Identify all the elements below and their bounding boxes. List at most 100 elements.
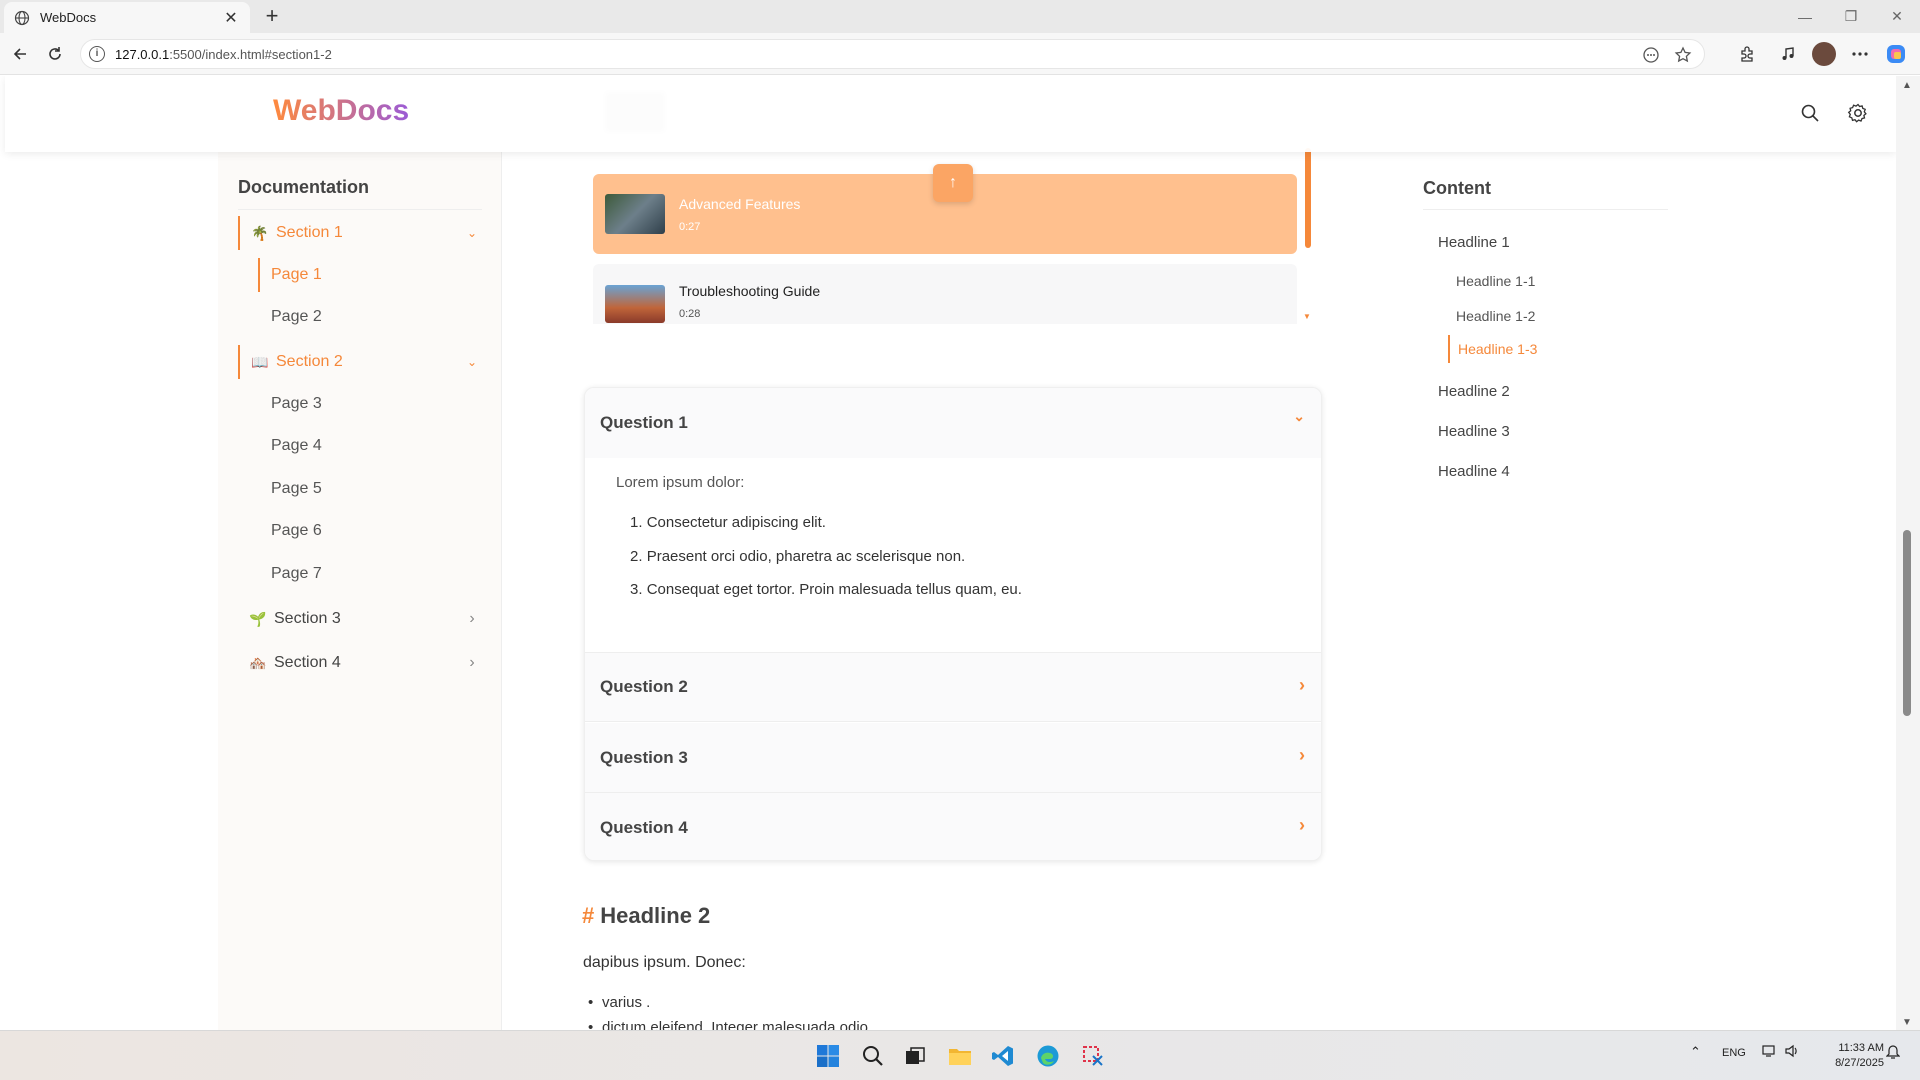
list-number: 1.	[630, 514, 643, 531]
sidebar-item-page-2[interactable]: Page 2	[253, 300, 322, 334]
site-info-icon[interactable]: i	[89, 46, 105, 62]
faq-question-label: Question 3	[600, 747, 688, 767]
sidebar-item-page-1[interactable]: Page 1	[258, 258, 322, 292]
tray-overflow-icon[interactable]: ⌃	[1690, 1044, 1701, 1060]
input-language[interactable]: ENG	[1722, 1047, 1746, 1059]
list-number: 2.	[630, 548, 643, 565]
toc-divider	[1423, 209, 1668, 210]
palm-tree-icon: 🌴	[251, 224, 269, 241]
edge-browser-icon[interactable]	[1035, 1043, 1061, 1069]
chevron-right-icon: ›	[1299, 745, 1305, 765]
media-icon[interactable]	[1776, 42, 1800, 66]
toc-title: Content	[1423, 178, 1491, 198]
new-tab-button[interactable]: +	[258, 3, 286, 31]
favorite-star-icon[interactable]	[1674, 46, 1692, 67]
search-icon[interactable]	[1795, 98, 1825, 128]
playlist-scroll-down-icon[interactable]: ▼	[1303, 312, 1311, 321]
address-bar[interactable]: i 127.0.0.1:5500/index.html#section1-2	[80, 39, 1705, 69]
minimize-button[interactable]: —	[1782, 0, 1828, 33]
restore-button[interactable]: ❐	[1828, 0, 1874, 33]
network-icon[interactable]	[1762, 1044, 1778, 1061]
faq-question-1[interactable]: Question 1 ⌄	[585, 388, 1321, 458]
notification-bell-icon[interactable]	[1885, 1044, 1901, 1063]
book-icon: 📖	[251, 353, 269, 370]
chevron-down-icon: ⌄	[466, 355, 478, 369]
toc-item-headline-1-1[interactable]: Headline 1-1	[1456, 273, 1535, 289]
list-text: Consectetur adipiscing elit.	[646, 514, 826, 531]
site-logo[interactable]: WebDocs	[273, 94, 409, 128]
windows-start-icon[interactable]	[815, 1043, 841, 1069]
video-thumbnail	[605, 194, 665, 234]
reload-icon[interactable]	[40, 39, 70, 69]
sidebar-section-2[interactable]: 📖 Section 2 ⌄	[238, 345, 482, 379]
chevron-right-icon: ›	[469, 654, 475, 671]
list-number: 3.	[630, 581, 643, 598]
sidebar-item-page-3[interactable]: Page 3	[253, 387, 322, 421]
back-to-top-button[interactable]: ↑	[933, 164, 973, 202]
volume-icon[interactable]	[1784, 1044, 1800, 1061]
snipping-tool-icon[interactable]	[1080, 1043, 1106, 1069]
sidebar-item-page-5[interactable]: Page 5	[253, 472, 322, 506]
scroll-down-icon[interactable]: ▼	[1902, 1017, 1912, 1028]
chevron-down-icon: ⌄	[1293, 408, 1305, 424]
back-icon[interactable]	[5, 39, 35, 69]
headline-text: Headline 2	[600, 903, 711, 928]
clock-time: 11:33 AM	[1838, 1042, 1884, 1054]
list-text: Praesent orci odio, pharetra ac sceleris…	[646, 548, 966, 565]
browser-tab[interactable]: WebDocs ✕	[4, 2, 250, 33]
more-menu-icon[interactable]	[1848, 42, 1872, 66]
sidebar-section-label: Section 2	[276, 353, 343, 370]
playlist-item[interactable]: Troubleshooting Guide 0:28	[593, 264, 1297, 324]
copilot-icon[interactable]	[1884, 42, 1908, 66]
scroll-up-icon[interactable]: ▲	[1902, 80, 1912, 91]
answer-list-item: 3. Consequat eget tortor. Proin malesuad…	[630, 581, 1022, 598]
toc-item-headline-4[interactable]: Headline 4	[1438, 463, 1510, 480]
video-title: Advanced Features	[679, 195, 801, 212]
answer-list-item: 1. Consectetur adipiscing elit.	[630, 514, 826, 531]
globe-icon	[14, 10, 30, 26]
sidebar-item-page-6[interactable]: Page 6	[253, 514, 322, 548]
sidebar-divider	[238, 209, 482, 210]
sidebar-item-page-4[interactable]: Page 4	[253, 429, 322, 463]
faq-question-4[interactable]: Question 4 ›	[585, 793, 1321, 860]
url-path: :5500/index.html#section1-2	[169, 46, 332, 62]
page-scrollbar[interactable]: ▲ ▼	[1896, 76, 1920, 1030]
gear-icon[interactable]	[1843, 98, 1873, 128]
anchor-hash[interactable]: #	[582, 903, 594, 928]
toc-item-headline-1-3[interactable]: Headline 1-3	[1448, 335, 1537, 363]
scrollbar-thumb[interactable]	[1903, 530, 1911, 716]
sidebar-section-label: Section 4	[274, 654, 341, 671]
playlist-scrollbar[interactable]	[1305, 148, 1311, 248]
toc-item-headline-2[interactable]: Headline 2	[1438, 383, 1510, 400]
profile-avatar[interactable]	[1812, 42, 1836, 66]
toc-item-headline-3[interactable]: Headline 3	[1438, 423, 1510, 440]
answer-list-item: 2. Praesent orci odio, pharetra ac scele…	[630, 548, 965, 565]
search-icon[interactable]	[860, 1043, 886, 1069]
file-explorer-icon[interactable]	[947, 1043, 973, 1069]
seedling-icon: 🌱	[249, 610, 267, 627]
video-thumbnail	[605, 285, 665, 323]
reader-mode-icon[interactable]	[1642, 46, 1660, 67]
sidebar-section-label: Section 3	[274, 610, 341, 627]
faq-question-3[interactable]: Question 3 ›	[585, 723, 1321, 793]
faq-question-2[interactable]: Question 2 ›	[585, 652, 1321, 722]
task-view-icon[interactable]	[902, 1043, 928, 1069]
sidebar-section-label: Section 1	[276, 224, 343, 241]
extensions-icon[interactable]	[1735, 42, 1759, 66]
toc-item-headline-1[interactable]: Headline 1	[1438, 234, 1510, 251]
faq-accordion: Question 1 ⌄ Lorem ipsum dolor: 1. Conse…	[584, 387, 1322, 861]
close-window-button[interactable]: ✕	[1874, 0, 1920, 33]
sidebar-section-4[interactable]: 🏘️ Section 4 ›	[238, 646, 482, 680]
sidebar-section-1[interactable]: 🌴 Section 1 ⌄	[238, 216, 482, 250]
sidebar-section-3[interactable]: 🌱 Section 3 ›	[238, 602, 482, 636]
list-text: Consequat eget tortor. Proin malesuada t…	[646, 581, 1022, 598]
system-clock[interactable]: 11:33 AM 8/27/2025	[1814, 1041, 1884, 1071]
list-item: dictum eleifend. Integer malesuada odio	[588, 1019, 868, 1030]
vscode-icon[interactable]	[990, 1043, 1016, 1069]
chevron-right-icon: ›	[1299, 675, 1305, 695]
sidebar-item-page-7[interactable]: Page 7	[253, 557, 322, 591]
toc-item-headline-1-2[interactable]: Headline 1-2	[1456, 308, 1535, 324]
tab-close-icon[interactable]: ✕	[222, 8, 240, 28]
video-duration: 0:28	[679, 307, 701, 320]
clock-date: 8/27/2025	[1835, 1057, 1884, 1069]
